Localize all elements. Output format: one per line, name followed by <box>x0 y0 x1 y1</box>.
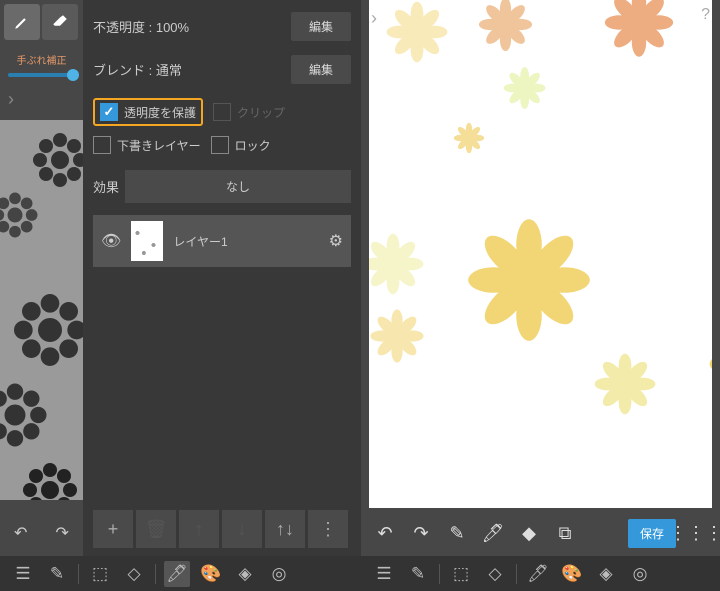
eraser-tool-button[interactable] <box>42 4 78 40</box>
target-icon-r[interactable]: ◎ <box>627 561 653 587</box>
hand-correction-label: 手ぶれ補正 <box>0 52 83 67</box>
menu-icon-r[interactable]: ☰ <box>371 561 397 587</box>
layer-item[interactable]: 👁 レイヤー1 ⚙ <box>93 215 351 267</box>
left-canvas-preview <box>0 120 83 500</box>
selection-icon-r[interactable]: ⬚ <box>448 561 474 587</box>
brush-tab-icon[interactable]: 🖊 <box>164 561 190 587</box>
preserve-alpha-checkbox[interactable] <box>100 103 118 121</box>
layer-panel: 不透明度 : 100% 編集 ブレンド : 通常 編集 透明度を保護 クリップ … <box>83 0 361 556</box>
delete-layer-button[interactable]: 🗑 <box>136 510 176 548</box>
palette-icon-r[interactable]: 🎨 <box>559 561 585 587</box>
redo-icon[interactable]: ↷ <box>405 517 437 549</box>
undo-icon[interactable]: ↶ <box>14 523 27 543</box>
eyedropper-icon[interactable]: ✎ <box>441 517 473 549</box>
edit-icon-r[interactable]: ✎ <box>405 561 431 587</box>
blend-label: ブレンド : 通常 <box>93 60 182 79</box>
blend-edit-button[interactable]: 編集 <box>291 55 351 84</box>
effect-label: 効果 <box>93 177 119 196</box>
expand-chevron[interactable]: › <box>8 89 83 110</box>
selection-icon[interactable]: ⬚ <box>87 561 113 587</box>
hand-correction-slider[interactable] <box>8 73 75 77</box>
add-layer-button[interactable]: + <box>93 510 133 548</box>
undo-icon[interactable]: ↶ <box>369 517 401 549</box>
edit-icon[interactable]: ✎ <box>44 561 70 587</box>
main-canvas[interactable] <box>369 0 712 508</box>
transform-icon[interactable]: ◇ <box>121 561 147 587</box>
target-icon[interactable]: ◎ <box>266 561 292 587</box>
brush-tab-icon-r[interactable]: 🖊 <box>525 561 551 587</box>
redo-icon[interactable]: ↷ <box>56 523 69 543</box>
preserve-alpha-label: 透明度を保護 <box>124 104 196 121</box>
clip-label: クリップ <box>237 104 285 121</box>
transform-icon-r[interactable]: ◇ <box>482 561 508 587</box>
layers-icon-r[interactable]: ◈ <box>593 561 619 587</box>
menu-icon[interactable]: ☰ <box>10 561 36 587</box>
eraser-icon[interactable]: ◆ <box>513 517 545 549</box>
move-down-button[interactable]: ↓ <box>222 510 262 548</box>
opacity-edit-button[interactable]: 編集 <box>291 12 351 41</box>
move-up-button[interactable]: ↑ <box>179 510 219 548</box>
effect-button[interactable]: なし <box>125 170 351 203</box>
draft-layer-checkbox[interactable] <box>93 136 111 154</box>
more-button[interactable]: ⋮ <box>308 510 348 548</box>
external-icon[interactable]: ⧉ <box>549 517 581 549</box>
draft-layer-label: 下書きレイヤー <box>117 137 201 154</box>
brush-tool-button[interactable] <box>4 4 40 40</box>
palette-icon[interactable]: 🎨 <box>198 561 224 587</box>
right-expand-chevron[interactable]: › <box>371 8 377 29</box>
visibility-icon[interactable]: 👁 <box>101 231 121 251</box>
layer-thumbnail <box>131 221 163 261</box>
help-icon[interactable]: ? <box>701 6 710 24</box>
lock-label: ロック <box>235 137 271 154</box>
lock-checkbox[interactable] <box>211 136 229 154</box>
layer-settings-icon[interactable]: ⚙ <box>329 231 343 251</box>
layer-name: レイヤー1 <box>173 233 318 250</box>
layers-icon[interactable]: ◈ <box>232 561 258 587</box>
brush-icon[interactable]: 🖊 <box>477 517 509 549</box>
opacity-label: 不透明度 : 100% <box>93 17 189 36</box>
clip-checkbox[interactable] <box>213 103 231 121</box>
swap-button[interactable]: ↑↓ <box>265 510 305 548</box>
grid-icon[interactable]: ⋮⋮⋮ <box>680 517 712 549</box>
